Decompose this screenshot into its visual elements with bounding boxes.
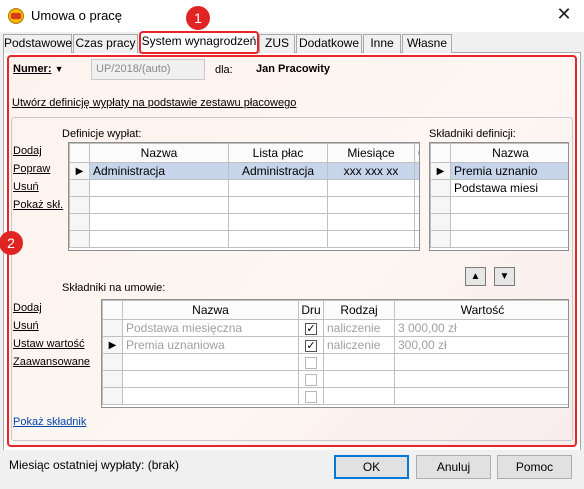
column-header-c[interactable]: C	[414, 143, 419, 163]
table-row[interactable]: ▶ Administracja Administracja xxx xxx xx	[69, 162, 419, 180]
step-badge-1: 1	[186, 6, 210, 30]
employee-name: Jan Pracowity	[256, 63, 330, 75]
cell-rodzaj: naliczenie	[323, 319, 395, 337]
cell-lista: Administracja	[228, 162, 328, 180]
definitions-edit-link[interactable]: Popraw	[13, 163, 50, 175]
components-add-link[interactable]: Dodaj	[13, 302, 42, 314]
cell-nazwa: Premia uznanio	[450, 162, 568, 180]
print-checkbox[interactable]: ✓	[305, 339, 317, 352]
cell-rodzaj: naliczenie	[323, 336, 395, 354]
app-logo-icon	[8, 8, 24, 24]
components-def-grid[interactable]: Nazwa ▶ Premia uznanio Podstawa miesi	[429, 142, 569, 251]
column-header-nazwa[interactable]: Nazwa	[122, 300, 299, 320]
row-pointer-icon: ▶	[69, 162, 90, 180]
column-header-nazwa[interactable]: Nazwa	[450, 143, 568, 163]
move-down-button[interactable]: ▼	[494, 267, 515, 286]
tab-dodatkowe[interactable]: Dodatkowe	[296, 34, 362, 53]
components-def-title: Składniki definicji:	[429, 128, 516, 140]
definitions-grid[interactable]: Nazwa Lista płac Miesiące C ▶ Administra…	[68, 142, 420, 251]
table-row[interactable]: Podstawa miesięczna ✓ naliczenie 3 000,0…	[102, 319, 568, 337]
move-up-button[interactable]: ▲	[465, 267, 486, 286]
help-button[interactable]: Pomoc	[497, 455, 572, 479]
row-pointer-icon: ▶	[102, 336, 123, 354]
cell-miesiace: xxx xxx xx	[327, 162, 415, 180]
components-contract-grid[interactable]: Nazwa Dru Rodzaj Wartość Podstawa miesię…	[101, 299, 569, 408]
table-row[interactable]: ▶ Premia uznaniowa ✓ naliczenie 300,00 z…	[102, 336, 568, 354]
print-checkbox	[305, 356, 317, 369]
close-icon[interactable]: ✕	[552, 4, 576, 26]
table-row	[102, 370, 568, 388]
tab-inne[interactable]: Inne	[363, 34, 401, 53]
tab-podstawowe[interactable]: Podstawowe	[3, 34, 72, 53]
last-payment-status: Miesiąc ostatniej wypłaty: (brak)	[9, 458, 180, 472]
components-contract-title: Składniki na umowie:	[62, 282, 166, 294]
tab-wlasne[interactable]: Własne	[402, 34, 452, 53]
cell-nazwa: Podstawa miesi	[450, 179, 568, 197]
table-row	[69, 230, 419, 248]
print-checkbox	[305, 390, 317, 403]
column-header-indicator	[430, 143, 451, 163]
triangle-up-icon: ▲	[470, 271, 481, 282]
cell-wartosc: 3 000,00 zł	[394, 319, 568, 337]
row-pointer-icon: ▶	[430, 162, 451, 180]
tab-czas-pracy[interactable]: Czas pracy	[73, 34, 138, 53]
definitions-delete-link[interactable]: Usuń	[13, 181, 39, 193]
column-header-dru[interactable]: Dru	[298, 300, 324, 320]
step-badge-2: 2	[0, 231, 23, 255]
set-value-link[interactable]: Ustaw wartość	[13, 338, 85, 350]
definitions-show-components-link[interactable]: Pokaż skł.	[13, 199, 63, 211]
table-row	[102, 353, 568, 371]
list-item	[430, 196, 568, 214]
definitions-add-link[interactable]: Dodaj	[13, 145, 42, 157]
create-from-payroll-set-link[interactable]: Utwórz definicję wypłaty na podstawie ze…	[12, 97, 296, 109]
table-row	[69, 196, 419, 214]
numer-dropdown[interactable]: Numer: ▼	[13, 63, 64, 75]
numer-label: Numer:	[13, 63, 52, 75]
list-item	[430, 230, 568, 248]
table-row	[102, 387, 568, 405]
tab-zus[interactable]: ZUS	[259, 34, 295, 53]
column-header-wartosc[interactable]: Wartość	[394, 300, 568, 320]
definitions-title: Definicje wypłat:	[62, 128, 142, 140]
ok-button[interactable]: OK	[334, 455, 409, 479]
column-header-rodzaj[interactable]: Rodzaj	[323, 300, 395, 320]
cancel-button[interactable]: Anuluj	[416, 455, 491, 479]
cell-nazwa: Podstawa miesięczna	[122, 319, 299, 337]
numer-field[interactable]: UP/2018/(auto)	[91, 59, 205, 80]
advanced-link[interactable]: Zaawansowane	[13, 356, 90, 368]
list-item[interactable]: ▶ Premia uznanio	[430, 162, 568, 180]
chevron-down-icon: ▼	[54, 64, 64, 74]
show-component-link[interactable]: Pokaż składnik	[13, 416, 86, 428]
print-checkbox	[305, 373, 317, 386]
print-checkbox[interactable]: ✓	[305, 322, 317, 335]
column-header-miesiace[interactable]: Miesiące	[327, 143, 415, 163]
cell-c	[414, 162, 419, 180]
cell-nazwa: Premia uznaniowa	[122, 336, 299, 354]
column-header-nazwa[interactable]: Nazwa	[89, 143, 229, 163]
components-delete-link[interactable]: Usuń	[13, 320, 39, 332]
cell-nazwa: Administracja	[89, 162, 229, 180]
column-header-indicator	[102, 300, 123, 320]
highlight-frame-tab	[139, 31, 259, 54]
list-item[interactable]: Podstawa miesi	[430, 179, 568, 197]
table-row	[69, 213, 419, 231]
dla-label: dla:	[215, 64, 233, 76]
column-header-indicator	[69, 143, 90, 163]
list-item	[430, 213, 568, 231]
triangle-down-icon: ▼	[499, 271, 510, 282]
window-title: Umowa o pracę	[31, 8, 123, 23]
table-row	[69, 179, 419, 197]
cell-wartosc: 300,00 zł	[394, 336, 568, 354]
column-header-lista-plac[interactable]: Lista płac	[228, 143, 328, 163]
